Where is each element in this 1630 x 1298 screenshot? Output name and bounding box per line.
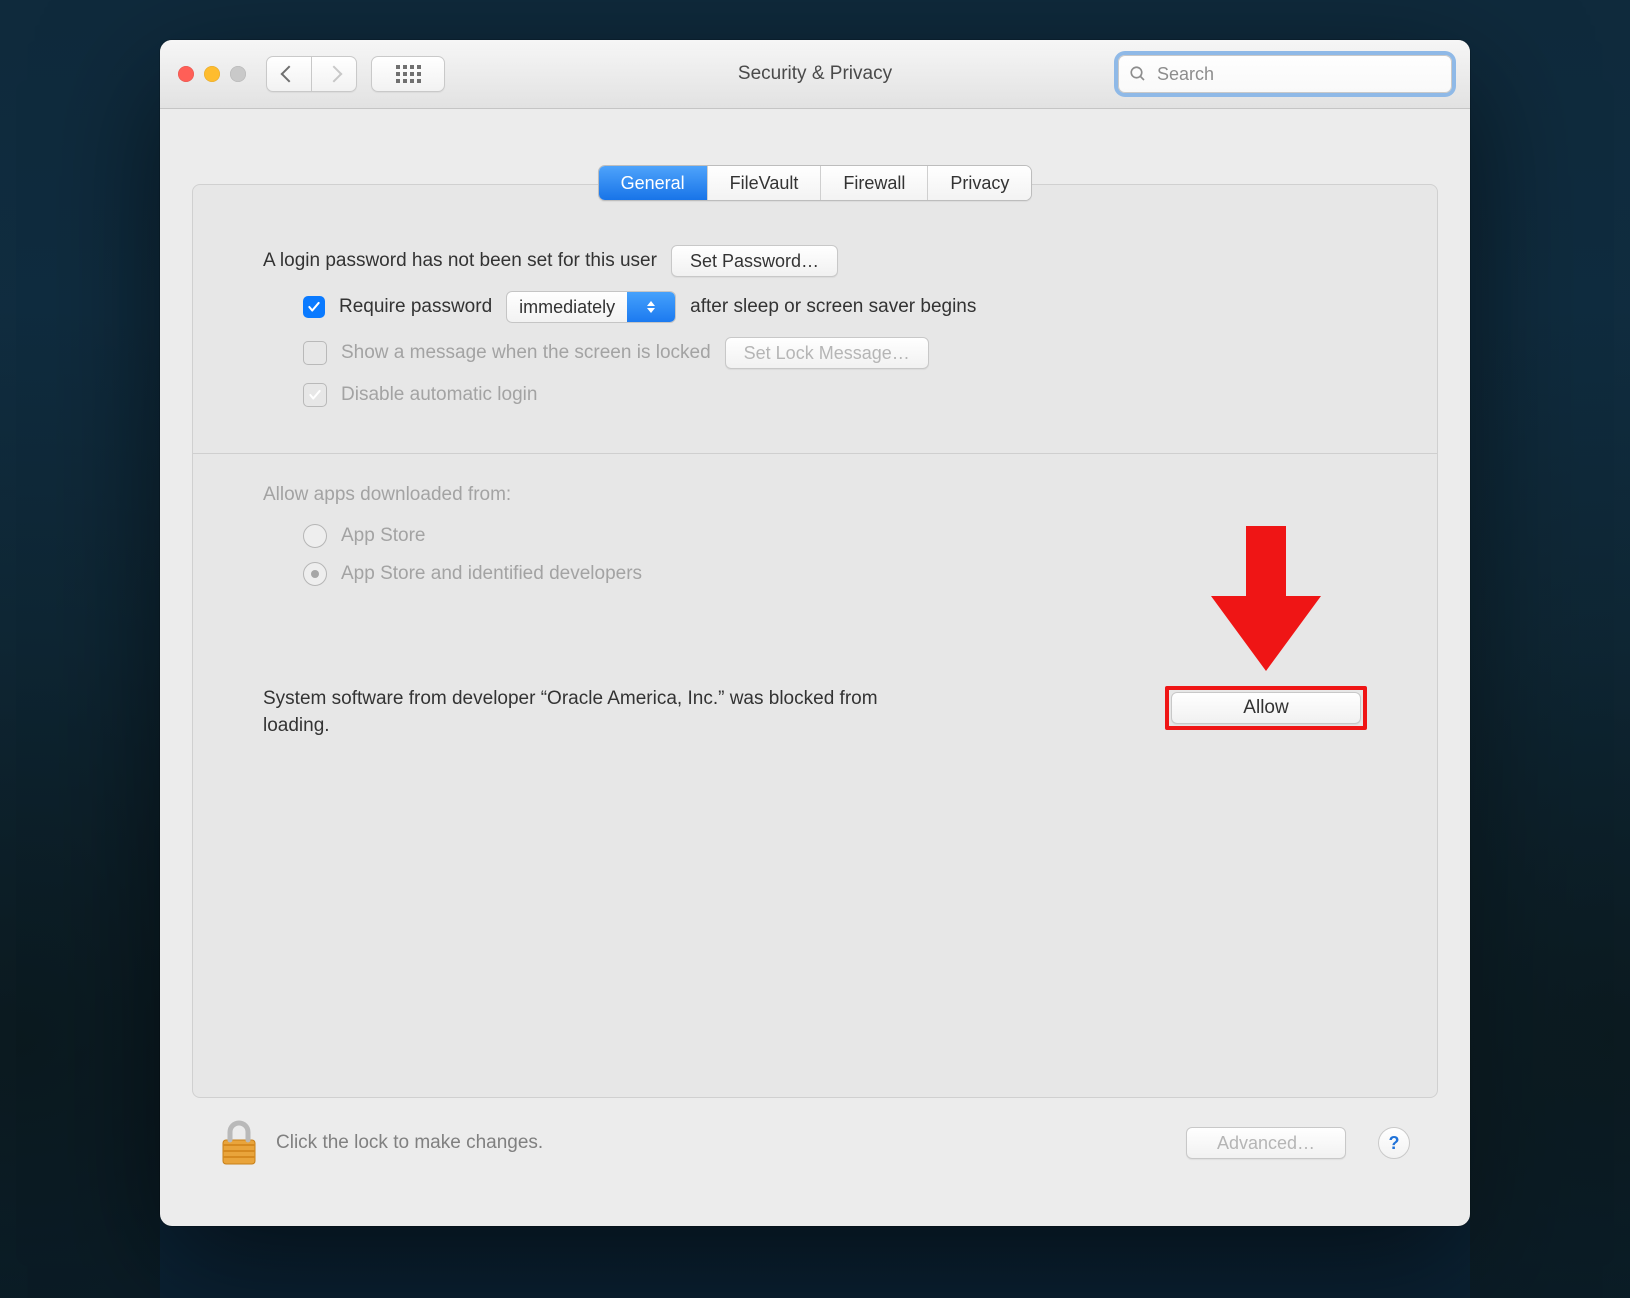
help-button[interactable]: ? — [1378, 1127, 1410, 1159]
allow-apps-store-row: App Store — [263, 524, 1367, 548]
grid-icon — [396, 65, 421, 83]
preferences-window: Security & Privacy General FileVault Fir… — [160, 40, 1470, 1226]
allow-apps-identified-radio — [303, 562, 327, 586]
password-unset-text: A login password has not been set for th… — [263, 250, 657, 272]
tab-firewall[interactable]: Firewall — [821, 166, 928, 200]
set-lock-message-button: Set Lock Message… — [725, 337, 929, 369]
nav-segment — [266, 56, 357, 92]
close-icon[interactable] — [178, 66, 194, 82]
advanced-button[interactable]: Advanced… — [1186, 1127, 1346, 1159]
search-field[interactable] — [1118, 55, 1452, 93]
allow-apps-header-row: Allow apps downloaded from: — [263, 484, 1367, 506]
annotation-arrow-icon — [1211, 526, 1321, 676]
require-password-suffix: after sleep or screen saver begins — [690, 296, 976, 318]
tab-general[interactable]: General — [599, 166, 708, 200]
lock-hint-text: Click the lock to make changes. — [276, 1132, 543, 1154]
show-all-button[interactable] — [371, 56, 445, 92]
tab-filevault[interactable]: FileVault — [708, 166, 822, 200]
show-message-label: Show a message when the screen is locked — [341, 342, 711, 364]
forward-button — [312, 56, 357, 92]
require-password-label: Require password — [339, 296, 492, 318]
set-password-button[interactable]: Set Password… — [671, 245, 838, 277]
annotation-highlight: Allow — [1165, 686, 1367, 730]
show-message-checkbox — [303, 341, 327, 365]
disable-auto-login-label: Disable automatic login — [341, 384, 537, 406]
allow-apps-store-radio — [303, 524, 327, 548]
require-password-delay-value: immediately — [507, 297, 627, 318]
tab-privacy[interactable]: Privacy — [928, 166, 1031, 200]
allow-apps-store-label: App Store — [341, 525, 426, 547]
search-icon — [1129, 65, 1147, 83]
require-password-row: Require password immediately after sleep… — [263, 291, 1367, 323]
zoom-icon — [230, 66, 246, 82]
check-icon — [308, 388, 322, 402]
check-icon — [307, 300, 321, 314]
allow-button-wrapper: Allow — [1165, 686, 1367, 730]
minimize-icon[interactable] — [204, 66, 220, 82]
blocked-software-message: System software from developer “Oracle A… — [263, 686, 893, 739]
allow-apps-identified-row: App Store and identified developers — [263, 562, 1367, 586]
require-password-checkbox[interactable] — [303, 296, 325, 318]
window-toolbar: Security & Privacy — [160, 40, 1470, 109]
password-unset-row: A login password has not been set for th… — [263, 245, 1367, 277]
allow-apps-identified-label: App Store and identified developers — [341, 563, 642, 585]
stepper-icon — [627, 292, 675, 322]
require-password-delay-popup[interactable]: immediately — [506, 291, 676, 323]
window-controls — [178, 66, 246, 82]
disable-auto-login-checkbox — [303, 383, 327, 407]
window-footer: Click the lock to make changes. Advanced… — [192, 1098, 1438, 1206]
show-message-row: Show a message when the screen is locked… — [263, 337, 1367, 369]
section-divider — [193, 453, 1437, 454]
general-panel: A login password has not been set for th… — [192, 184, 1438, 1098]
back-button[interactable] — [266, 56, 312, 92]
chevron-left-icon — [281, 66, 298, 83]
blocked-software-row: System software from developer “Oracle A… — [263, 686, 1367, 739]
disable-auto-login-row: Disable automatic login — [263, 383, 1367, 407]
window-body: General FileVault Firewall Privacy A log… — [160, 109, 1470, 1226]
chevron-right-icon — [326, 66, 343, 83]
desktop-background: Security & Privacy General FileVault Fir… — [0, 0, 1630, 1298]
tab-bar: General FileVault Firewall Privacy — [598, 165, 1033, 201]
search-input[interactable] — [1155, 63, 1441, 86]
lock-icon[interactable] — [220, 1120, 258, 1166]
allow-button[interactable]: Allow — [1171, 692, 1361, 724]
allow-apps-header: Allow apps downloaded from: — [263, 484, 511, 506]
